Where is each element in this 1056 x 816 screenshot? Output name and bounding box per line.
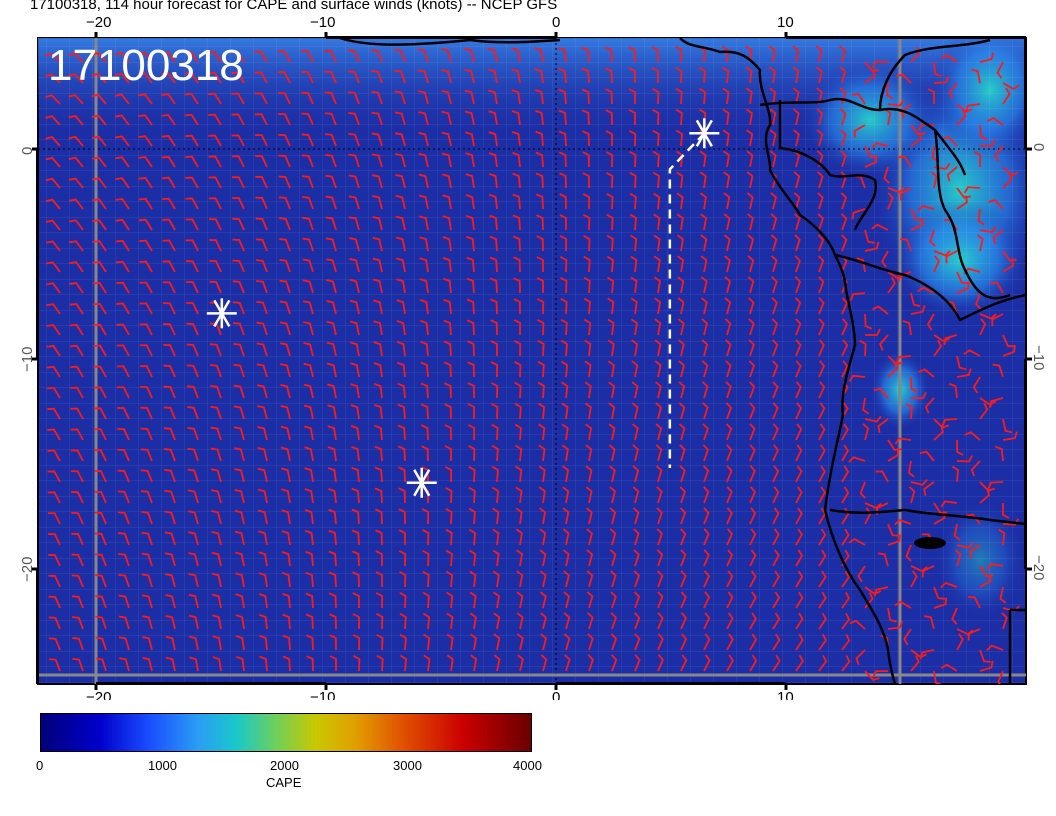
cape-colorbar (40, 713, 532, 752)
colorbar-tick-label: 1000 (148, 758, 177, 773)
colorbar-title: CAPE (266, 775, 302, 790)
top-lon-label: 0 (552, 14, 560, 31)
lake-shape (914, 537, 946, 549)
top-lon-label: −10 (310, 14, 335, 31)
colorbar-tick-label: 0 (36, 758, 44, 773)
top-lon-label: 10 (777, 14, 794, 31)
bottom-lon-label: 0 (552, 689, 560, 700)
right-lat-label: −10 (1030, 345, 1047, 370)
right-lat-label: 0 (1030, 143, 1047, 151)
top-lon-label: −20 (86, 14, 111, 31)
map-canvas: −20 −10 0 10 −20 −10 0 10 0 −10 −20 0 −1… (19, 14, 1047, 700)
colorbar-tick-label: 4000 (513, 758, 542, 773)
left-lat-label: 0 (19, 147, 36, 155)
left-lat-label: −10 (19, 347, 36, 372)
right-lat-label: −20 (1030, 555, 1047, 580)
bottom-lon-label: −10 (310, 689, 335, 700)
bottom-lon-label: 10 (777, 689, 794, 700)
date-stamp: 17100318 (48, 41, 244, 90)
bottom-lon-label: −20 (86, 689, 111, 700)
left-lat-label: −20 (19, 557, 36, 582)
colorbar-tick-label: 2000 (270, 758, 299, 773)
colorbar-tick-label: 3000 (393, 758, 422, 773)
